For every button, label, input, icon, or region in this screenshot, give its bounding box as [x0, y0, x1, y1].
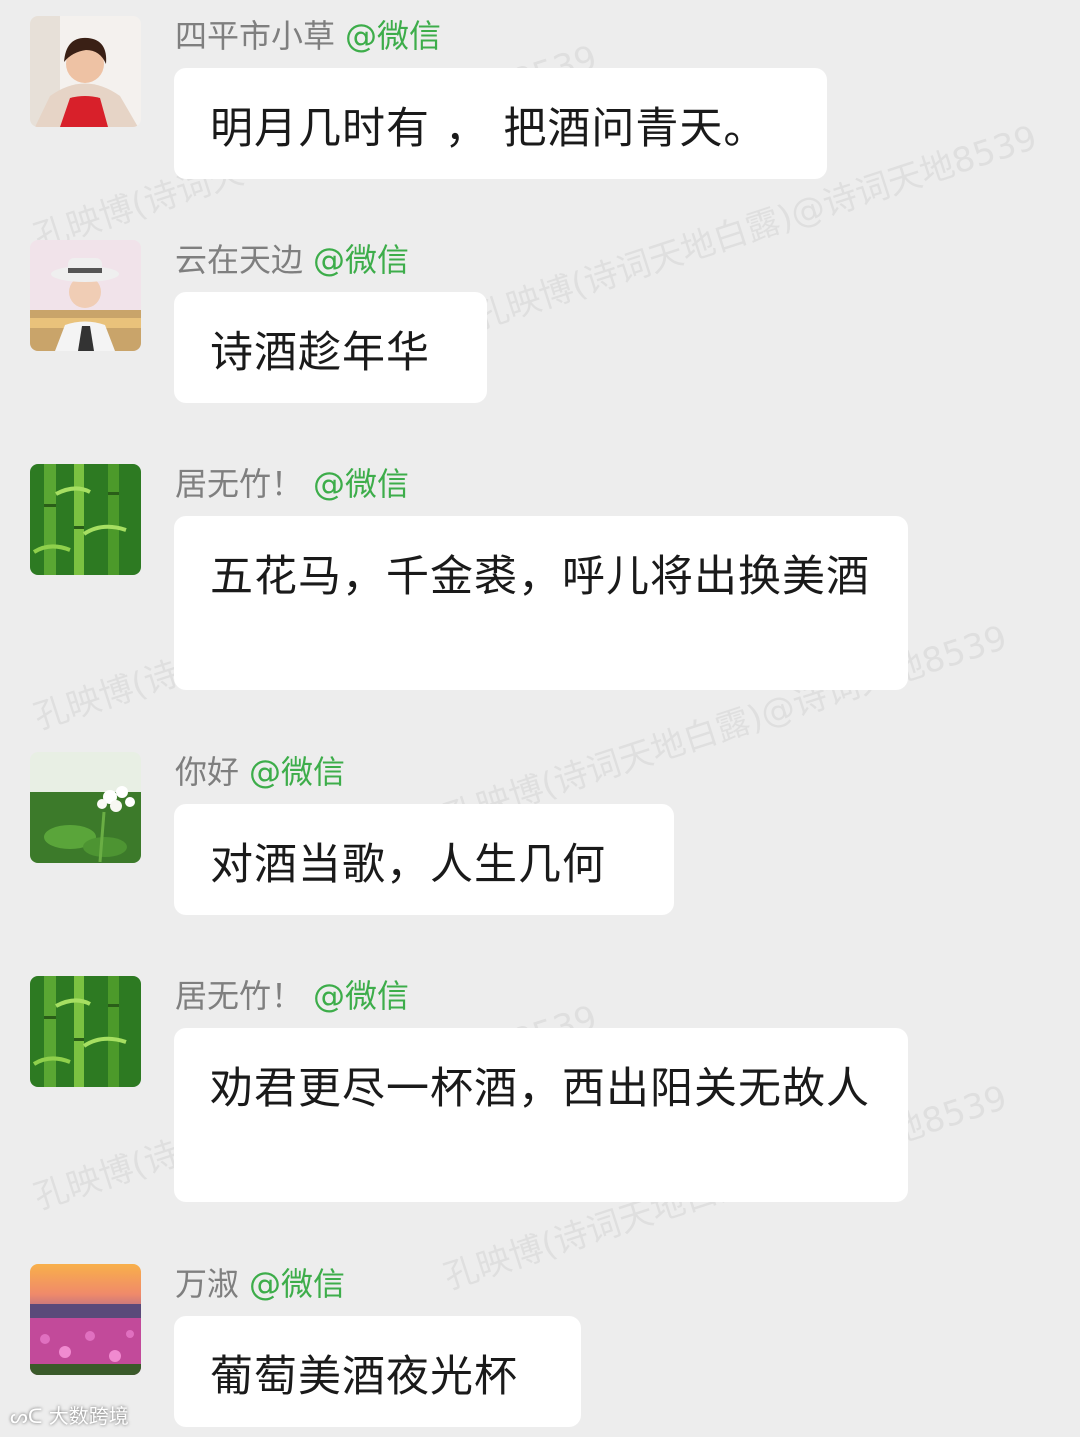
message-bubble[interactable]: 对酒当歌，人生几何 — [174, 804, 674, 915]
message-bubble[interactable]: 劝君更尽一杯酒，西出阳关无故人 — [174, 1028, 908, 1202]
sender-line: 居无竹！ @微信 — [175, 976, 409, 1016]
source-logo-icon: ᔕᑕ — [10, 1404, 43, 1428]
sender-line: 居无竹！ @微信 — [175, 464, 409, 504]
avatar-woman-red-sweater-icon — [30, 16, 141, 127]
sender-tag: @微信 — [249, 1265, 346, 1303]
source-logo: ᔕᑕ 大数跨境 — [10, 1400, 129, 1429]
sender-tag: @微信 — [313, 241, 410, 279]
avatar[interactable] — [30, 1264, 141, 1375]
avatar-sunset-flower-field-icon — [30, 1264, 141, 1375]
sender-line: 四平市小草 @微信 — [175, 16, 441, 56]
sender-tag: @微信 — [313, 465, 410, 503]
avatar[interactable] — [30, 464, 141, 575]
sender-line: 你好 @微信 — [175, 752, 345, 792]
avatar-bamboo-icon — [30, 464, 141, 575]
sender-name: 居无竹！ — [175, 977, 304, 1015]
source-logo-label: 大数跨境 — [48, 1404, 129, 1428]
avatar-white-flower-icon — [30, 752, 141, 863]
message-bubble[interactable]: 诗酒趁年华 — [174, 292, 487, 403]
sender-name: 居无竹！ — [175, 465, 304, 503]
avatar-woman-white-hat-icon — [30, 240, 141, 351]
avatar[interactable] — [30, 976, 141, 1087]
sender-name: 云在天边 — [175, 241, 304, 279]
sender-name: 你好 — [175, 753, 240, 791]
avatar[interactable] — [30, 16, 141, 127]
sender-name: 万淑 — [175, 1265, 240, 1303]
sender-name: 四平市小草 — [175, 17, 336, 55]
sender-tag: @微信 — [249, 753, 346, 791]
sender-line: 万淑 @微信 — [175, 1264, 345, 1304]
avatar-bamboo-icon — [30, 976, 141, 1087]
message-bubble[interactable]: 明月几时有 ， 把酒问青天。 — [174, 68, 827, 179]
avatar[interactable] — [30, 240, 141, 351]
sender-tag: @微信 — [345, 17, 442, 55]
sender-line: 云在天边 @微信 — [175, 240, 409, 280]
message-bubble[interactable]: 葡萄美酒夜光杯 — [174, 1316, 581, 1427]
message-bubble[interactable]: 五花马，千金裘，呼儿将出换美酒 — [174, 516, 908, 690]
avatar[interactable] — [30, 752, 141, 863]
sender-tag: @微信 — [313, 977, 410, 1015]
